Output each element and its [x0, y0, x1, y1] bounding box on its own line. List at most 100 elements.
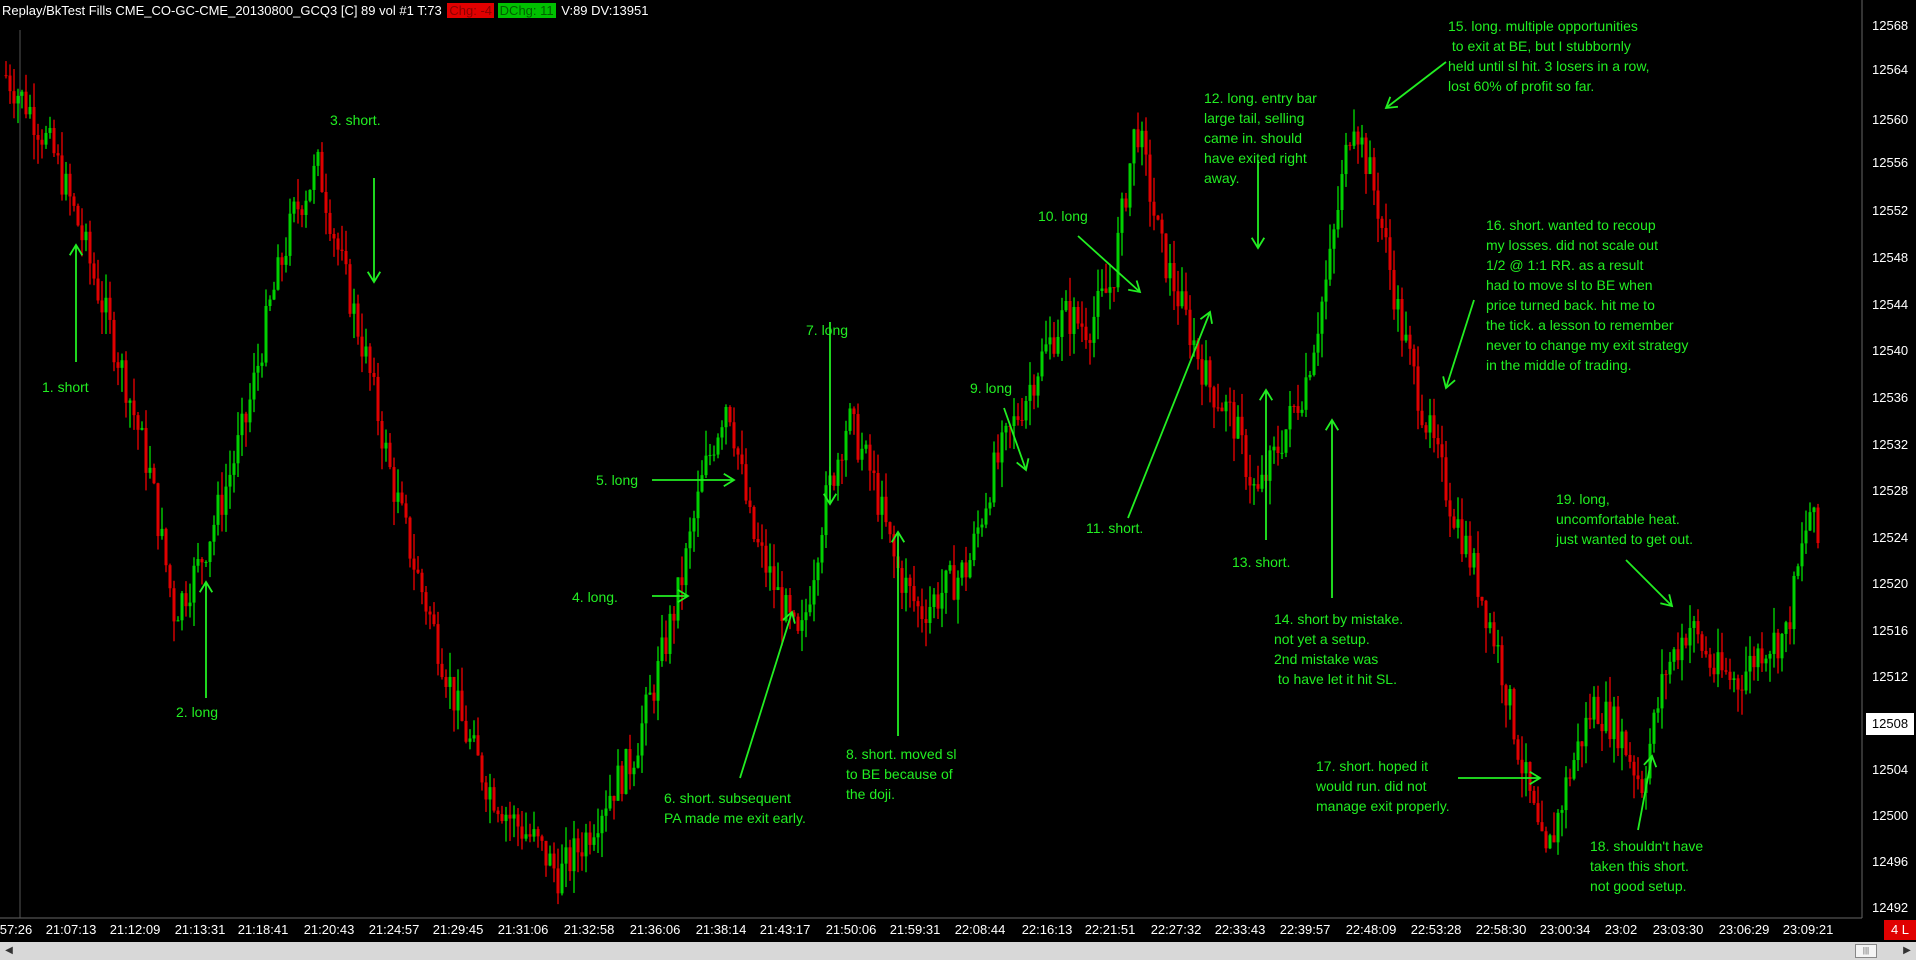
down-bar-body	[1076, 307, 1080, 324]
up-bar-body	[20, 91, 24, 96]
up-bar-body	[948, 565, 952, 571]
up-bar-body	[616, 765, 620, 801]
up-bar-body	[1756, 648, 1760, 668]
price-label: 12540	[1872, 343, 1909, 358]
horizontal-scrollbar[interactable]: ◀ ||| ▶	[0, 942, 1916, 960]
up-bar-body	[256, 365, 260, 373]
up-bar-body	[600, 815, 604, 834]
candlestick-chart[interactable]	[0, 0, 1916, 942]
up-bar-body	[640, 723, 644, 756]
up-bar-body	[1108, 287, 1112, 293]
up-bar-body	[524, 834, 528, 839]
down-bar-body	[832, 475, 836, 486]
down-bar-body	[100, 300, 104, 313]
down-bar-body	[500, 814, 504, 822]
annotation-7: 7. long	[806, 322, 849, 338]
price-label: 12524	[1872, 530, 1909, 545]
down-bar-body	[1372, 157, 1376, 191]
up-bar-body	[604, 808, 608, 816]
up-bar-body	[456, 690, 460, 711]
up-bar-body	[232, 463, 236, 475]
up-bar-body	[1324, 279, 1328, 302]
up-bar-body	[1612, 706, 1616, 740]
down-bar-body	[1728, 671, 1732, 680]
up-bar-body	[16, 95, 20, 104]
price-label: 12564	[1872, 62, 1909, 77]
up-bar-body	[1036, 376, 1040, 396]
up-bar-body	[1716, 652, 1720, 675]
down-bar-body	[428, 611, 432, 615]
down-bar-body	[60, 155, 64, 195]
down-bar-body	[136, 415, 140, 430]
up-bar-body	[176, 620, 180, 622]
down-bar-body	[412, 558, 416, 570]
up-bar-body	[980, 524, 984, 528]
up-bar-body	[644, 694, 648, 724]
up-bar-body	[1360, 137, 1364, 145]
up-bar-body	[1472, 553, 1476, 568]
up-bar-body	[836, 459, 840, 486]
up-bar-body	[1072, 307, 1076, 334]
up-bar-body	[1456, 519, 1460, 528]
down-bar-body	[580, 852, 584, 857]
scroll-right-icon[interactable]: ▶	[1898, 942, 1916, 960]
time-label: 21:36:06	[629, 922, 681, 937]
down-bar-body	[652, 692, 656, 701]
up-bar-body	[1524, 762, 1528, 774]
down-bar-body	[588, 832, 592, 845]
down-bar-body	[68, 173, 72, 197]
down-bar-body	[1452, 516, 1456, 528]
up-bar-body	[676, 577, 680, 621]
down-bar-body	[1480, 596, 1484, 601]
down-bar-body	[1664, 674, 1668, 676]
up-bar-body	[800, 620, 804, 631]
down-bar-body	[1736, 678, 1740, 690]
down-bar-body	[852, 408, 856, 415]
up-bar-body	[1772, 632, 1776, 654]
down-bar-body	[1240, 416, 1244, 436]
down-bar-body	[556, 868, 560, 894]
up-bar-body	[716, 437, 720, 455]
time-label: 21:32:58	[563, 922, 615, 937]
up-bar-body	[504, 814, 508, 822]
scrollbar-thumb[interactable]: |||	[1855, 944, 1877, 958]
up-bar-body	[208, 541, 212, 562]
time-label: 21:18:41	[237, 922, 289, 937]
time-label: 57:26	[0, 922, 33, 937]
down-bar-body	[628, 749, 632, 775]
time-label: 21:20:43	[303, 922, 355, 937]
down-bar-body	[528, 834, 532, 837]
down-bar-body	[324, 191, 328, 213]
down-bar-body	[372, 372, 376, 377]
down-bar-body	[92, 263, 96, 279]
down-bar-body	[356, 303, 360, 337]
up-bar-body	[1260, 474, 1264, 489]
down-bar-body	[796, 616, 800, 631]
down-bar-body	[748, 500, 752, 508]
down-bar-body	[576, 838, 580, 853]
down-bar-body	[1020, 419, 1024, 421]
down-bar-body	[300, 209, 304, 215]
down-bar-body	[1788, 622, 1792, 630]
up-bar-body	[312, 165, 316, 190]
time-label: 22:08:44	[954, 922, 1006, 937]
up-bar-body	[940, 592, 944, 609]
up-bar-body	[1308, 374, 1312, 378]
scroll-left-icon[interactable]: ◀	[0, 942, 18, 960]
current-price-marker: 12508	[1866, 713, 1914, 735]
annotation-13: 13. short.	[1232, 554, 1291, 570]
up-bar-body	[1328, 248, 1332, 280]
up-bar-body	[692, 518, 696, 532]
up-bar-body	[816, 562, 820, 581]
down-bar-body	[1504, 685, 1508, 706]
down-bar-body	[220, 494, 224, 515]
up-bar-body	[1304, 377, 1308, 410]
down-bar-body	[32, 106, 36, 136]
down-bar-body	[1112, 287, 1116, 289]
up-bar-body	[224, 486, 228, 515]
down-bar-body	[1432, 415, 1436, 439]
up-bar-body	[656, 661, 660, 701]
down-bar-body	[424, 592, 428, 612]
down-bar-body	[924, 619, 928, 623]
up-bar-body	[1784, 622, 1788, 634]
